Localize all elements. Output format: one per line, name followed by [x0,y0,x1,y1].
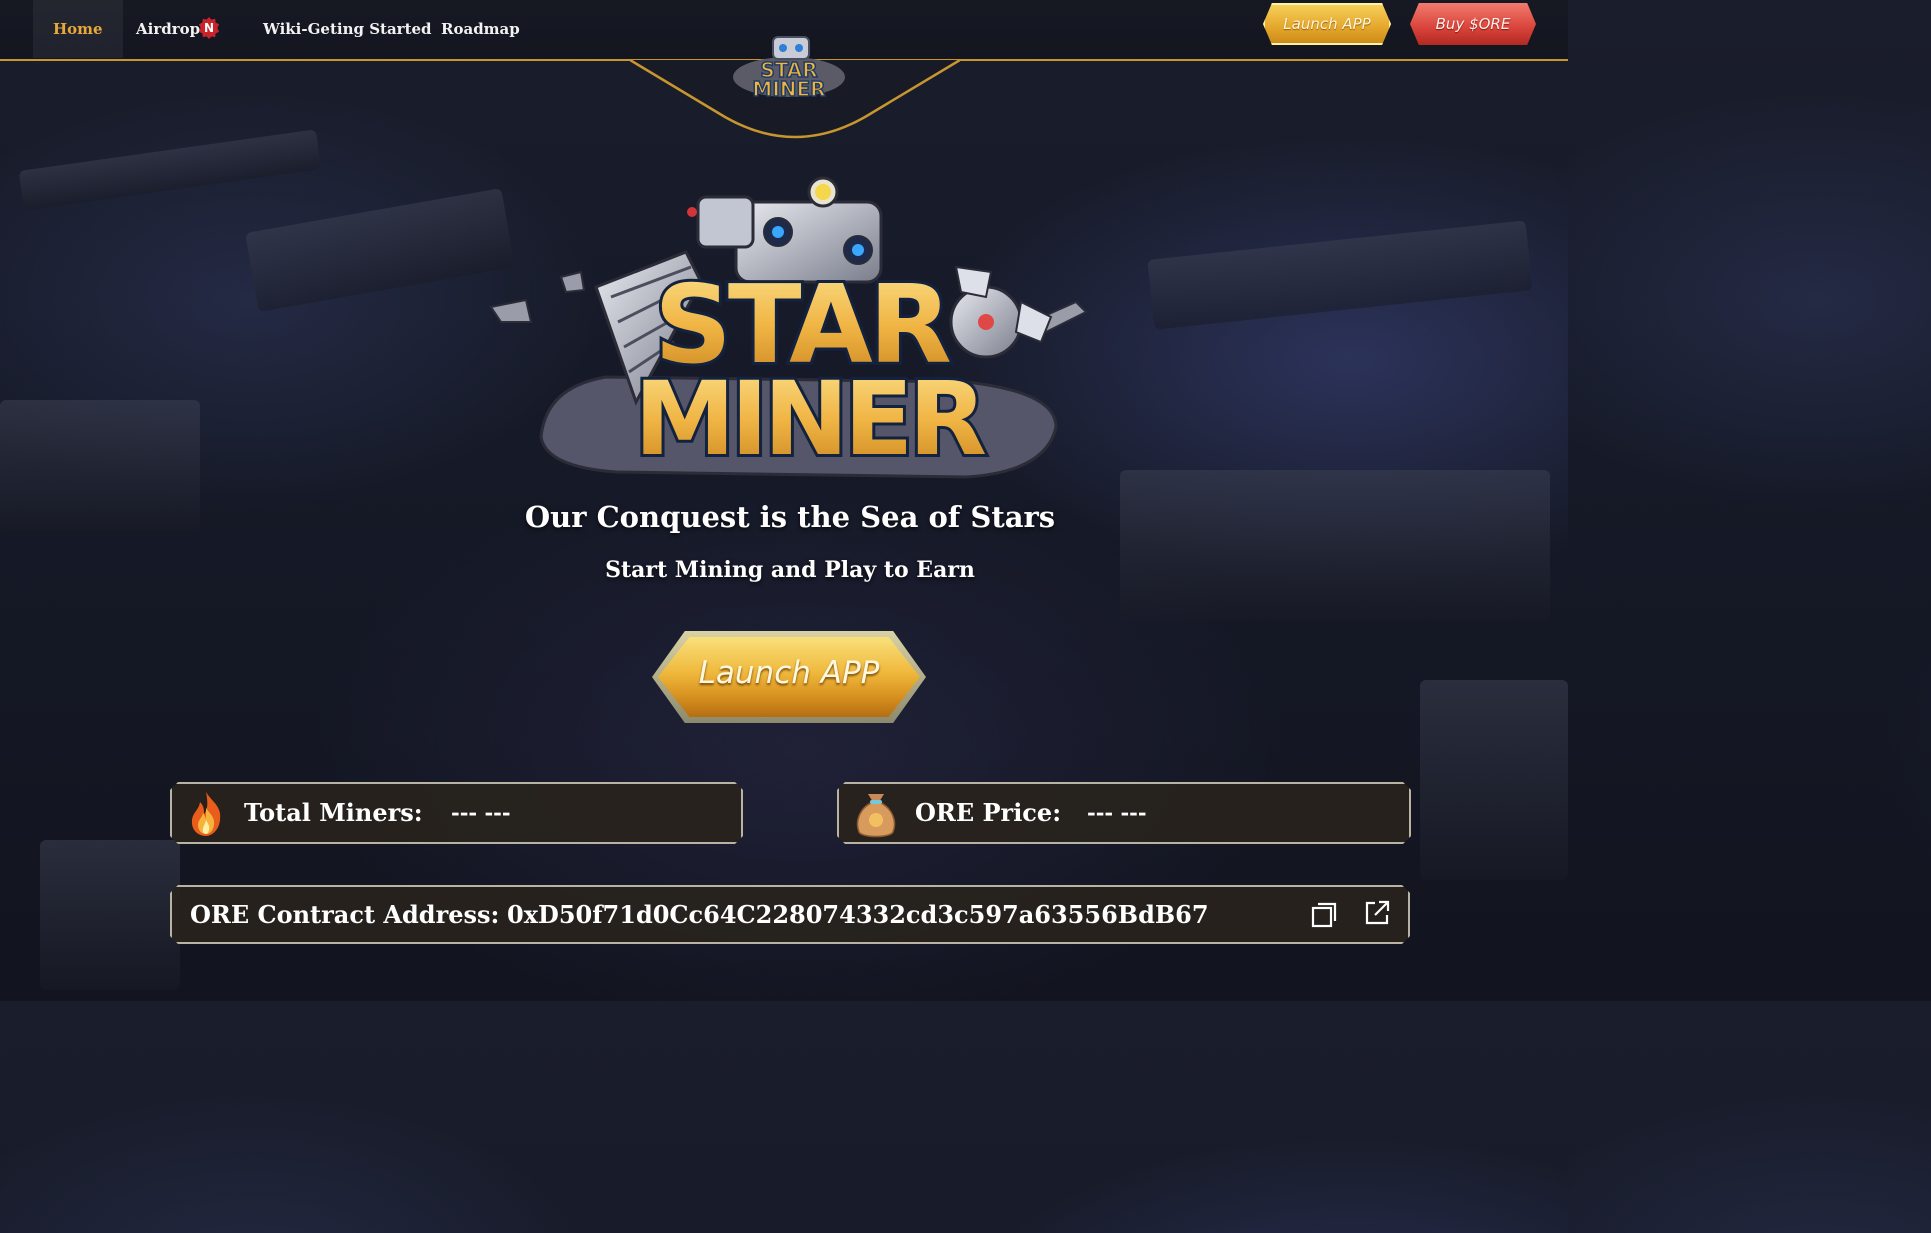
ore-price-label: ORE Price: [915,798,1062,827]
total-miners-label: Total Miners: [244,798,423,827]
nav-item-roadmap[interactable]: Roadmap [441,0,520,58]
background-ship [245,188,515,312]
copy-icon[interactable] [1309,900,1339,930]
launch-app-button-main[interactable]: Launch APP [652,631,926,723]
nav-item-home[interactable]: Home [33,0,123,58]
hero-headline: Our Conquest is the Sea of Stars [524,500,1056,534]
background-ship [1420,680,1568,880]
star-miner-small-logo[interactable]: STAR MINER [723,33,855,103]
background-ship [1120,470,1550,620]
ore-price-panel: ORE Price: --- --- [837,782,1411,844]
money-bag-icon [851,788,901,840]
background-ship [18,129,322,211]
new-badge-icon: N [198,17,220,39]
background-ship [40,840,180,990]
buy-ore-button[interactable]: Buy $ORE [1410,3,1536,45]
nav-item-wiki[interactable]: Wiki-Geting Started [263,0,432,58]
contract-address-panel: ORE Contract Address: 0xD50f71d0Cc64C228… [170,885,1410,944]
background-ship [1147,220,1533,330]
total-miners-value: --- --- [451,800,511,825]
star-miner-hero-logo: STAR MINER [489,176,1088,482]
contract-address-value[interactable]: 0xD50f71d0Cc64C228074332cd3c597a63556BdB… [507,887,1209,942]
total-miners-panel: Total Miners: --- --- [170,782,743,844]
launch-app-button-top[interactable]: Launch APP [1263,3,1391,45]
small-logo-text-miner: MINER [752,77,825,101]
nav-item-airdrop[interactable]: Airdrop [136,0,200,58]
external-link-icon[interactable] [1362,898,1392,928]
launch-button-label: Launch APP [698,655,880,691]
hero-logo-text-miner: MINER [634,360,985,479]
fire-icon [182,790,230,838]
contract-address-label: ORE Contract Address: [190,900,500,929]
hero-subheadline: Start Mining and Play to Earn [605,557,975,583]
ore-price-value: --- --- [1087,800,1147,825]
